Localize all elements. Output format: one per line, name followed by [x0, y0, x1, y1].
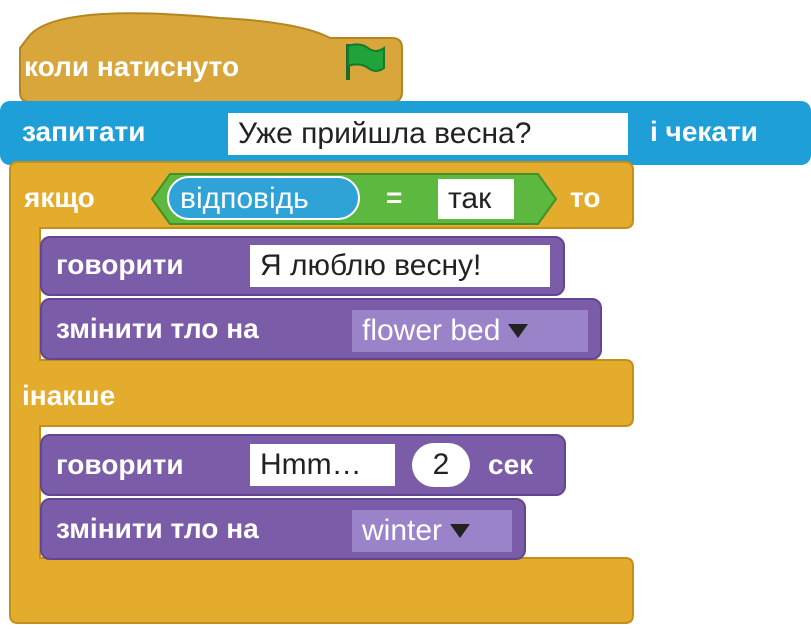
backdrop-dropdown[interactable]: flower bed — [352, 310, 588, 352]
seconds-label: сек — [488, 449, 534, 480]
and-wait-label: і чекати — [650, 116, 758, 147]
switch-backdrop-label: змінити тло на — [56, 513, 259, 544]
say-label: говорити — [56, 449, 184, 480]
seconds-input[interactable]: 2 — [412, 443, 470, 487]
switch-backdrop-label: змінити тло на — [56, 313, 259, 344]
say-text-input[interactable]: Я люблю весну! — [250, 245, 550, 287]
equals-sign: = — [386, 182, 403, 213]
green-flag-icon — [346, 43, 385, 80]
say-text-input[interactable]: Hmm… — [250, 444, 395, 486]
backdrop-dropdown[interactable]: winter — [352, 510, 512, 552]
dropdown-arrow-icon — [450, 524, 471, 538]
say-label: говорити — [56, 249, 184, 280]
else-label: інакше — [22, 380, 116, 411]
hat-label: коли натиснуто — [24, 51, 240, 82]
compare-value-input[interactable]: так — [438, 179, 514, 219]
backdrop-dropdown-value: winter — [362, 514, 443, 547]
backdrop-dropdown-value: flower bed — [362, 314, 501, 347]
if-label: якщо — [24, 182, 95, 213]
question-input[interactable]: Уже прийшла весна? — [228, 113, 628, 155]
dropdown-arrow-icon — [508, 324, 529, 338]
then-label: то — [570, 182, 601, 213]
answer-reporter-label: відповідь — [180, 182, 309, 215]
ask-label: запитати — [22, 116, 146, 147]
